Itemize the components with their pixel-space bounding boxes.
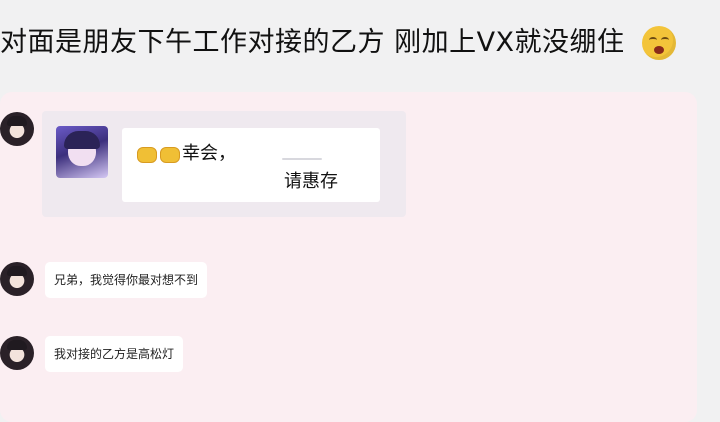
astonished-face-emoji-icon: [642, 26, 676, 60]
oncoming-fist-icon: [137, 147, 157, 163]
card-closing-text: 请惠存: [284, 171, 338, 192]
sender-avatar[interactable]: [0, 112, 34, 146]
contact-card-text-area: [122, 128, 380, 202]
chat-message-bubble[interactable]: 兄弟，我觉得你最对想不到: [45, 262, 208, 298]
post-title: 对面是朋友下午工作对接的乙方 刚加上VX就没绷住: [0, 27, 625, 58]
oncoming-fist-icon: [160, 147, 180, 163]
card-hint-line: [282, 158, 322, 160]
chat-message-bubble[interactable]: 我对接的乙方是高松灯: [45, 336, 184, 372]
sender-avatar[interactable]: [0, 262, 34, 296]
contact-card-avatar: [56, 126, 108, 178]
card-greeting-text: 幸会，: [182, 143, 236, 164]
sender-avatar[interactable]: [0, 336, 34, 370]
